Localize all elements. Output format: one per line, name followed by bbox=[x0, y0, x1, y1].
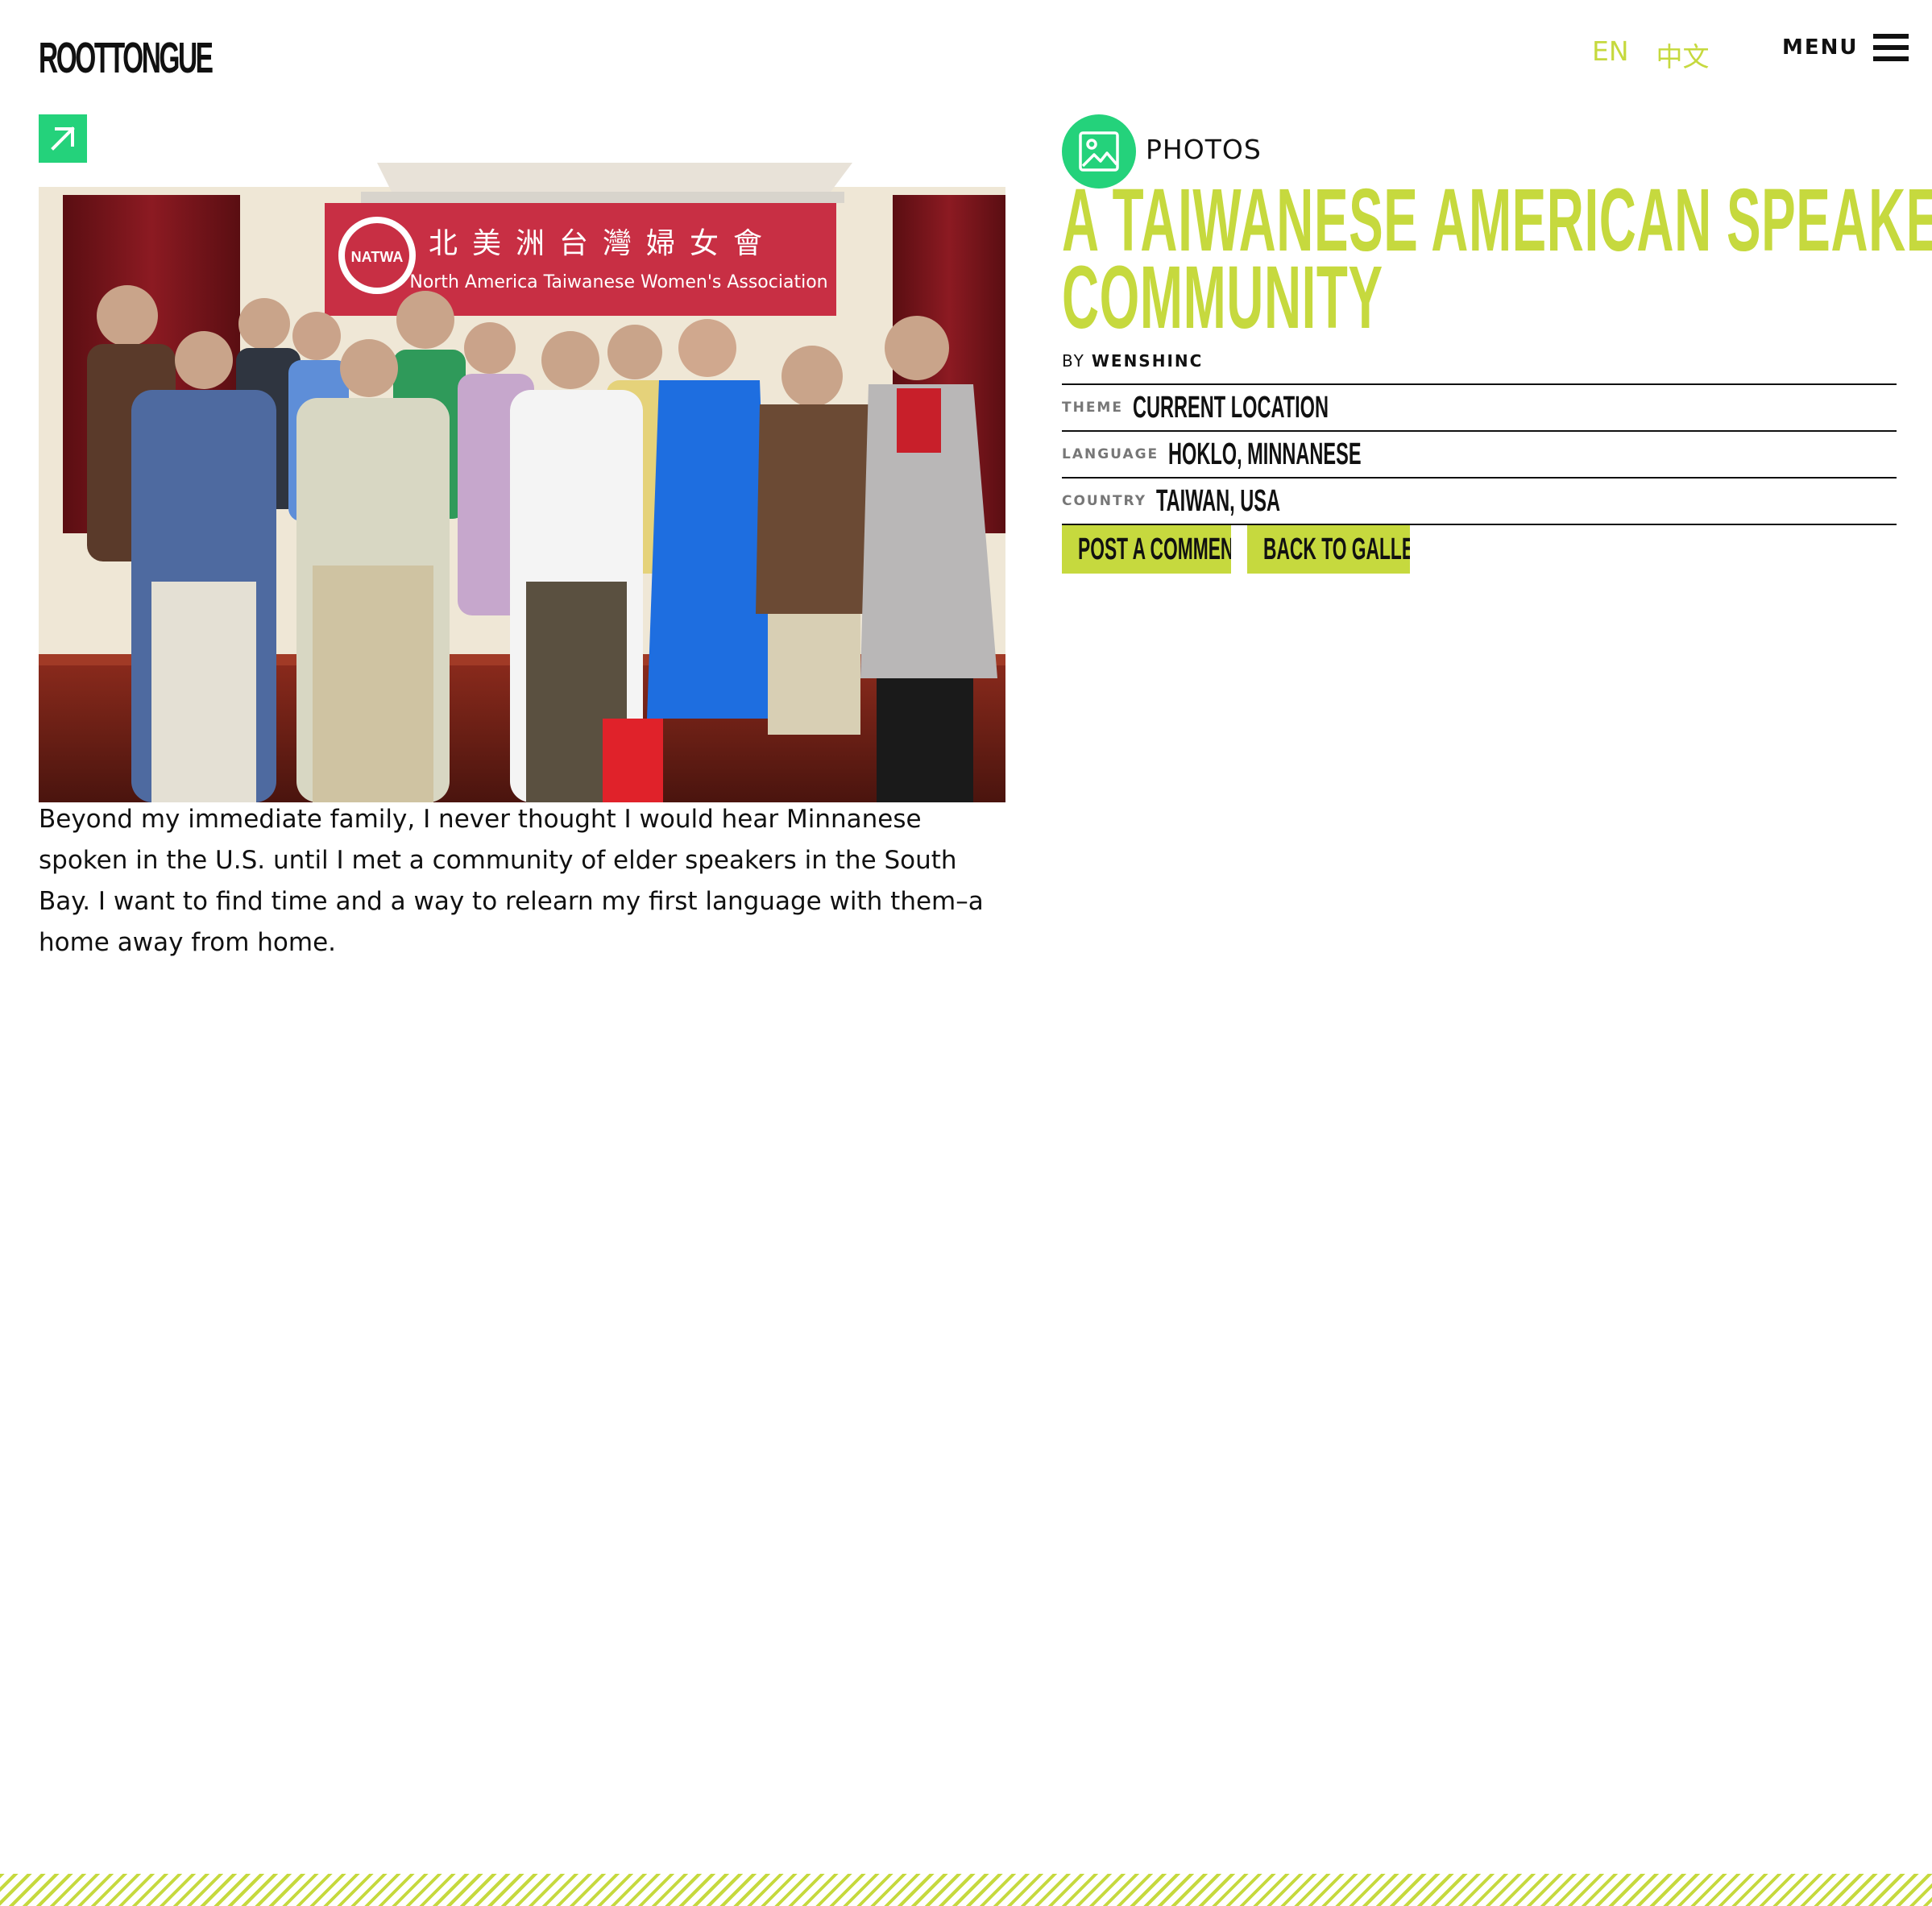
post-comment-button[interactable]: POST A COMMENT bbox=[1062, 525, 1231, 574]
banner-chinese-text: 北美洲台灣婦女會 bbox=[429, 227, 777, 260]
post-comment-label: POST A COMMENT bbox=[1078, 532, 1231, 566]
menu-label: MENU bbox=[1782, 35, 1859, 60]
language-switcher: EN 中文 bbox=[1592, 35, 1710, 74]
byline: BY WENSHINC bbox=[1062, 351, 1203, 371]
lang-en-link[interactable]: EN bbox=[1592, 35, 1629, 74]
footer-stripes bbox=[0, 1874, 1932, 1906]
meta-key-language: LANGUAGE bbox=[1062, 446, 1159, 462]
post-title-line-2: COMMUNITY bbox=[1062, 248, 1383, 347]
post-photo: NATWA 北美洲台灣婦女會 North America Taiwanese W… bbox=[39, 163, 1005, 802]
media-type-label: PHOTOS bbox=[1146, 133, 1262, 165]
post-title: A TAIWANESE AMERICAN SPEAKER COMMUNITY bbox=[1062, 176, 1932, 342]
post-caption: Beyond my immediate family, I never thou… bbox=[39, 805, 984, 957]
lang-zh-link[interactable]: 中文 bbox=[1656, 35, 1710, 74]
meta-row-language: LANGUAGE HOKLO, MINNANESE bbox=[1062, 430, 1897, 477]
meta-value-theme[interactable]: CURRENT LOCATION bbox=[1133, 391, 1329, 425]
back-to-gallery-label: BACK TO GALLERY bbox=[1263, 532, 1410, 566]
back-to-gallery-button[interactable]: BACK TO GALLERY bbox=[1247, 525, 1410, 574]
site-logo[interactable]: ROOTTONGUE bbox=[39, 35, 214, 81]
arrow-up-right-icon bbox=[51, 126, 75, 151]
banner-english-text: North America Taiwanese Women's Associat… bbox=[409, 272, 827, 292]
menu-button[interactable]: MENU bbox=[1782, 34, 1909, 61]
meta-value-country[interactable]: TAIWAN, USA bbox=[1156, 484, 1280, 519]
meta-row-country: COUNTRY TAIWAN, USA bbox=[1062, 477, 1897, 524]
by-label: BY bbox=[1062, 351, 1085, 371]
banner-logo: NATWA bbox=[351, 249, 404, 265]
expand-image-button[interactable] bbox=[39, 114, 87, 163]
meta-row-theme: THEME CURRENT LOCATION bbox=[1062, 383, 1897, 430]
hamburger-icon bbox=[1872, 34, 1909, 61]
meta-key-theme: THEME bbox=[1062, 400, 1123, 416]
meta-value-language[interactable]: HOKLO, MINNANESE bbox=[1168, 437, 1362, 472]
author-name[interactable]: WENSHINC bbox=[1092, 351, 1203, 371]
meta-key-country: COUNTRY bbox=[1062, 493, 1147, 509]
